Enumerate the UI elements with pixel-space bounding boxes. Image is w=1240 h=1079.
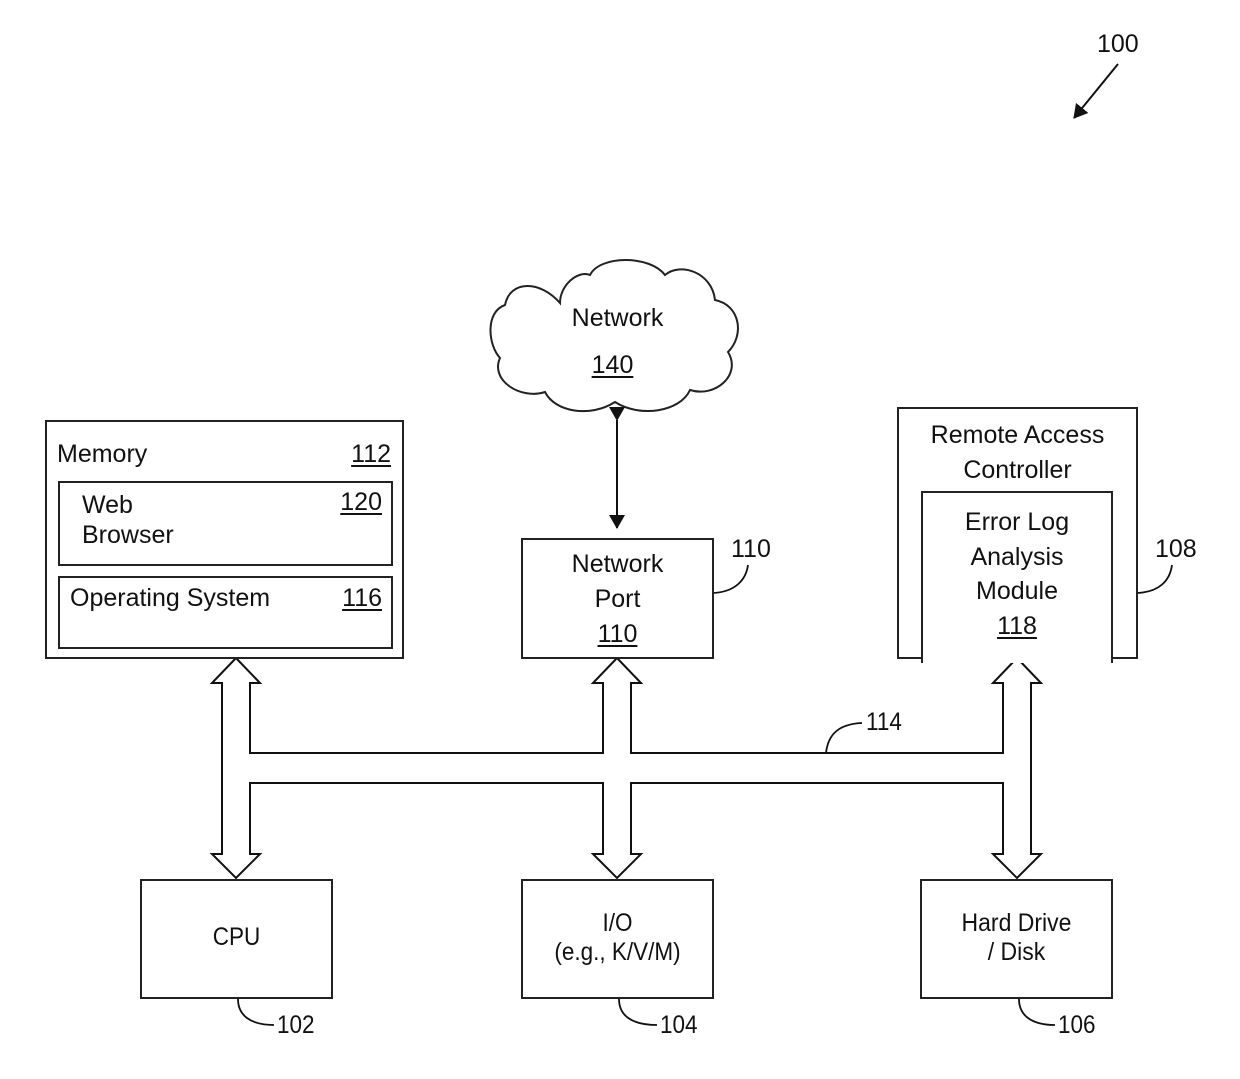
network-cloud-icon [489, 259, 739, 413]
system-bus [209, 656, 1044, 880]
callout-leader-102 [237, 998, 275, 1026]
cpu-label: CPU [212, 923, 261, 951]
module-label-line2: Analysis [970, 543, 1064, 571]
rac-label-line2: Controller [963, 456, 1072, 484]
operating-system-ref: 116 [342, 584, 382, 612]
cpu-block: CPU [140, 879, 333, 999]
network-port-label-line2: Port [594, 585, 641, 613]
network-label: Network [571, 304, 664, 332]
network-port-ref: 110 [597, 620, 638, 648]
figure-reference-arrow [1073, 63, 1119, 119]
network-port-block: Network Port 110 [521, 538, 714, 659]
memory-block: Memory 112 Web Browser 120 Operating Sys… [45, 420, 404, 659]
web-browser-label-line2: Browser [82, 521, 174, 549]
io-label-line2: (e.g., K/V/M) [554, 938, 681, 966]
figure-reference-label: 100 [1097, 30, 1139, 58]
hard-drive-label-line2: / Disk [987, 938, 1046, 966]
memory-ref: 112 [351, 440, 391, 468]
callout-leader-104 [618, 998, 658, 1026]
network-ref: 140 [591, 351, 634, 379]
network-port-callout: 110 [731, 535, 771, 563]
hard-drive-block: Hard Drive / Disk [920, 879, 1113, 999]
callout-leader-110 [712, 564, 749, 594]
io-callout: 104 [660, 1011, 698, 1039]
remote-access-controller-block: Remote Access Controller Error Log Analy… [897, 407, 1138, 663]
web-browser-ref: 120 [340, 488, 382, 516]
hard-drive-label-line1: Hard Drive [961, 909, 1072, 937]
web-browser-block: Web Browser 120 [58, 481, 393, 566]
callout-leader-114 [825, 722, 863, 754]
error-log-analysis-module-block: Error Log Analysis Module 118 [921, 491, 1113, 663]
io-block: I/O (e.g., K/V/M) [521, 879, 714, 999]
operating-system-block: Operating System 116 [58, 576, 393, 649]
network-port-label-line1: Network [571, 550, 664, 578]
rac-callout: 108 [1155, 535, 1197, 563]
hard-drive-callout: 106 [1058, 1011, 1096, 1039]
web-browser-label-line1: Web [82, 491, 133, 519]
io-label-line1: I/O [602, 909, 633, 937]
cpu-callout: 102 [277, 1011, 315, 1039]
memory-label: Memory [57, 440, 148, 468]
bus-callout: 114 [866, 708, 902, 736]
module-ref: 118 [997, 612, 1037, 640]
callout-leader-108 [1136, 564, 1173, 594]
operating-system-label: Operating System [70, 584, 271, 612]
module-label-line3: Module [976, 577, 1058, 605]
rac-label-line1: Remote Access [930, 421, 1105, 449]
callout-leader-106 [1018, 998, 1056, 1026]
module-label-line1: Error Log [964, 508, 1070, 536]
